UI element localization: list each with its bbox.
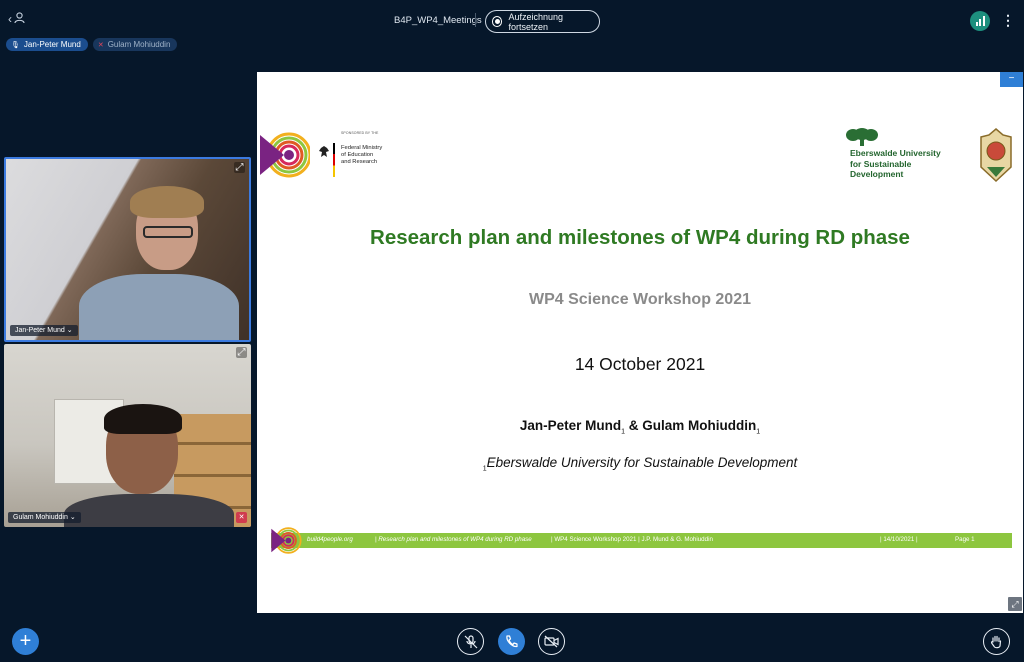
user-list-toggle[interactable]: ‹ [8, 12, 25, 26]
title-divider [475, 13, 476, 27]
talker-chip[interactable]: 🎙 Jan-Peter Mund [6, 38, 88, 51]
record-icon [492, 16, 503, 27]
sponsor-caption: SPONSORED BY THE [341, 131, 379, 135]
webcam-name: Gulam Mohiuddin [13, 514, 68, 521]
user-icon[interactable] [14, 12, 25, 24]
actions-button[interactable]: + [12, 628, 39, 655]
fullscreen-icon[interactable]: ⤢ [1008, 597, 1022, 611]
fullscreen-icon[interactable]: ⤢ [236, 347, 247, 358]
chevron-down-icon: ⌄ [69, 514, 76, 521]
recording-button[interactable]: Aufzeichnung fortsetzen [485, 10, 600, 33]
participant-hair [130, 186, 204, 218]
webcam-name-label[interactable]: Gulam Mohiuddin ⌄ [8, 512, 81, 523]
top-bar: ‹ B4P_WP4_Meetings Aufzeichnung fortsetz… [0, 0, 1024, 42]
webcam-tile[interactable]: ⤢ Gulam Mohiuddin ⌄ ✕ [4, 344, 251, 527]
build4people-logo [260, 132, 310, 178]
sponsor-name: Federal Ministry of Education and Resear… [341, 145, 383, 165]
slide-authors: Jan-Peter Mund1 & Gulam Mohiuddin1 [257, 418, 1023, 436]
participant-video [64, 494, 234, 527]
footer-site: build4people.org [307, 536, 353, 543]
slide-date: 14 October 2021 [574, 354, 706, 374]
chevron-left-icon[interactable]: ‹ [8, 12, 12, 26]
university-logo-text: Eberswalde University for Sustainable De… [850, 148, 941, 179]
german-flag-bar [333, 143, 335, 177]
slide-affiliation: 1Eberswalde University for Sustainable D… [257, 455, 1023, 473]
meeting-title: B4P_WP4_Meetings [394, 15, 482, 26]
affiliation-text: Eberswalde University for Sustainable De… [486, 455, 798, 470]
phone-icon [506, 635, 518, 648]
participant-video [79, 274, 239, 340]
university-crest-icon [980, 128, 1012, 183]
author-affiliation-mark: 1 [756, 428, 761, 436]
more-options-icon[interactable]: ⋮ [1001, 12, 1015, 28]
chevron-down-icon: ⌄ [66, 327, 73, 334]
author-name: Jan-Peter Mund [519, 418, 622, 433]
slide-subtitle: WP4 Science Workshop 2021 [528, 291, 751, 308]
footer-page: Page 1 [955, 536, 975, 543]
footer-date: | 14/10/2021 | [880, 536, 918, 543]
minimize-presentation-button[interactable]: − [1000, 72, 1023, 87]
hand-icon [990, 635, 1002, 648]
footer-event: | WP4 Science Workshop 2021 | J.P. Mund … [551, 536, 713, 543]
presentation-area: − SPONSORED BY THE Federal Ministry of E… [257, 72, 1023, 613]
leave-audio-button[interactable] [498, 628, 525, 655]
webcam-name-label[interactable]: Jan-Peter Mund ⌄ [10, 325, 78, 336]
author-separator: & [625, 418, 643, 433]
footer-title: | Research plan and milestones of WP4 du… [375, 536, 532, 543]
participant-hair [104, 404, 182, 434]
build4people-logo [271, 527, 302, 554]
raise-hand-button[interactable] [983, 628, 1010, 655]
fullscreen-icon[interactable]: ⤢ [234, 162, 245, 173]
recording-label: Aufzeichnung fortsetzen [508, 11, 563, 32]
mic-icon: 🎙 [11, 41, 20, 49]
author-name: Gulam Mohiuddin [642, 418, 757, 433]
talker-chip[interactable]: ✕ Gulam Mohiuddin [92, 38, 178, 51]
talking-indicator: 🎙 Jan-Peter Mund ✕ Gulam Mohiuddin [6, 38, 178, 51]
participant-glasses [143, 226, 193, 238]
slide-title: Research plan and milestones of WP4 duri… [370, 226, 910, 249]
webcam-name: Jan-Peter Mund [15, 327, 65, 334]
mute-button[interactable] [457, 628, 484, 655]
mic-muted-icon: ✕ [97, 41, 104, 49]
connection-icon[interactable] [970, 11, 990, 31]
university-tree-logo [846, 128, 878, 146]
talker-name: Gulam Mohiuddin [107, 40, 171, 49]
camera-off-icon [544, 635, 559, 648]
plus-icon: + [19, 630, 32, 652]
talker-name: Jan-Peter Mund [23, 40, 81, 49]
mic-muted-icon [464, 634, 477, 648]
share-camera-button[interactable] [538, 628, 565, 655]
mic-muted-icon: ✕ [236, 512, 247, 523]
webcam-tile[interactable]: ⤢ Jan-Peter Mund ⌄ [4, 157, 251, 342]
eagle-emblem-icon [319, 146, 329, 157]
